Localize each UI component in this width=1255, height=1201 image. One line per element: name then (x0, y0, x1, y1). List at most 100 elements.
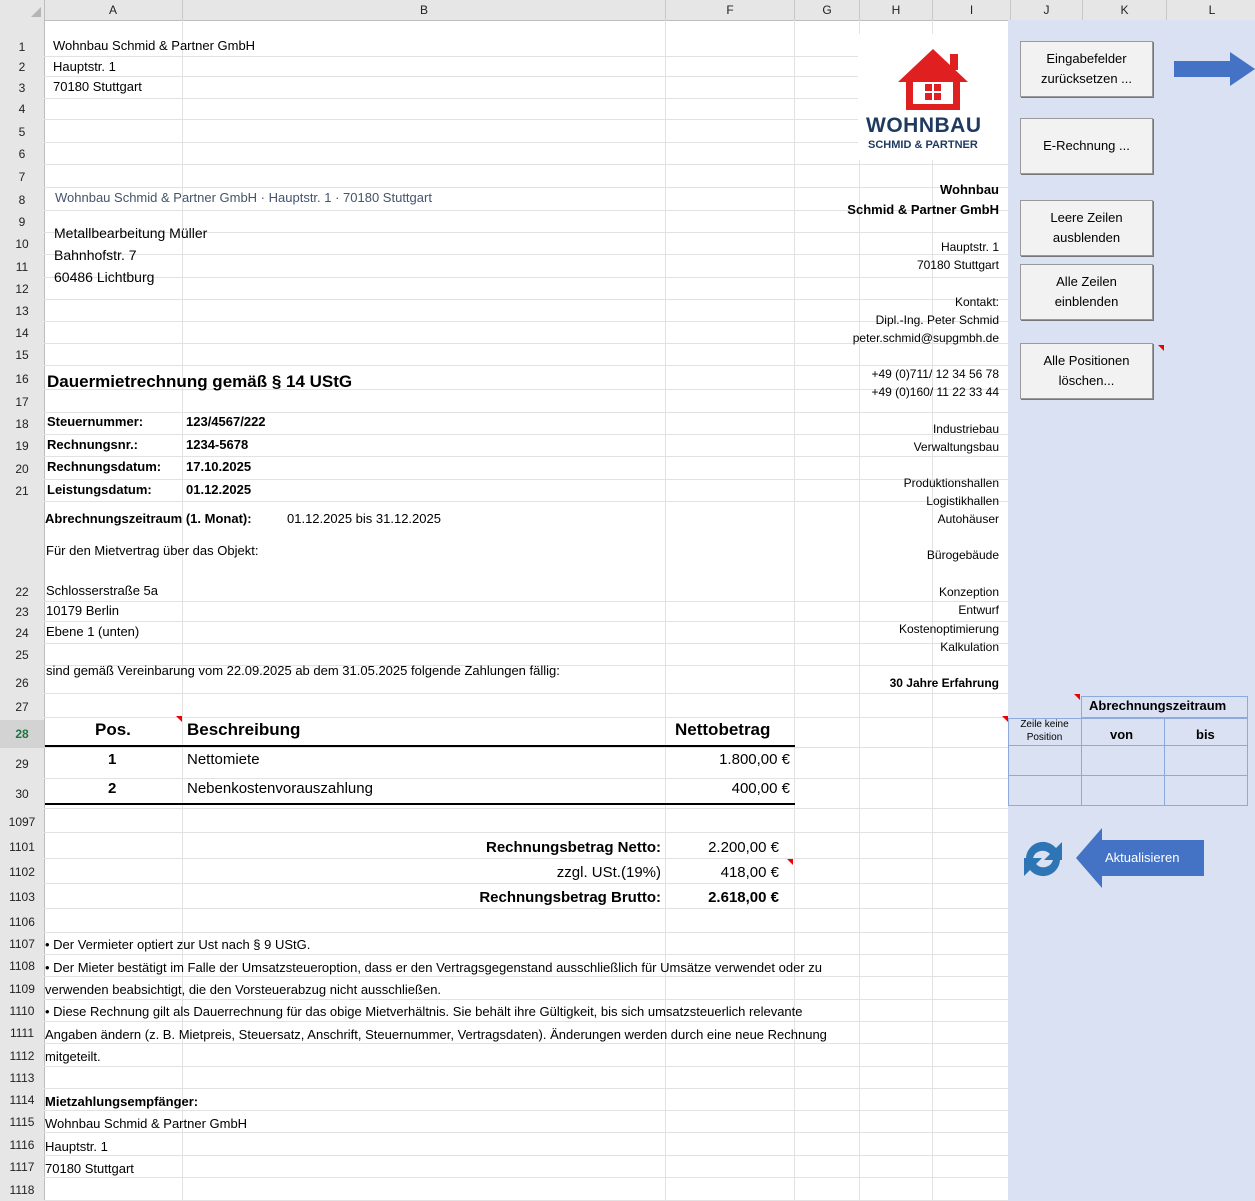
row-header-10[interactable]: 10 (0, 233, 44, 255)
row-header-3[interactable]: 3 (0, 78, 44, 99)
row-header-19[interactable]: 19 (0, 435, 44, 457)
row-header-29[interactable]: 29 (0, 749, 44, 779)
grid-hline (44, 1066, 1008, 1067)
row-header-2[interactable]: 2 (0, 57, 44, 77)
sender-city: 70180 Stuttgart (53, 79, 142, 94)
no-position-header: Zeile keine Position (1020, 719, 1069, 743)
hide-empty-rows-button[interactable]: Leere Zeilen ausblenden (1020, 200, 1153, 256)
row-header-7[interactable]: 7 (0, 166, 44, 188)
row-header-26[interactable]: 26 (0, 672, 44, 694)
refresh-button[interactable]: Aktualisieren (1076, 828, 1204, 888)
item-pos: 1 (108, 751, 117, 768)
side-service: Verwaltungsbau (913, 440, 999, 454)
arrow-right-icon (1174, 52, 1255, 86)
row-header-25[interactable]: 25 (0, 645, 44, 666)
row-header-1116[interactable]: 1116 (0, 1134, 44, 1156)
column-header-k[interactable]: K (1083, 0, 1167, 20)
comment-indicator[interactable] (1158, 345, 1164, 351)
reset-fields-button[interactable]: Eingabefelder zurücksetzen ... (1020, 41, 1153, 97)
row-header-6[interactable]: 6 (0, 143, 44, 165)
object-floor[interactable]: Ebene 1 (unten) (46, 624, 139, 639)
row-header-1103[interactable]: 1103 (0, 885, 44, 909)
row-header-1102[interactable]: 1102 (0, 860, 44, 884)
item-amount: 1.800,00 € (719, 751, 790, 768)
object-street[interactable]: Schlosserstraße 5a (46, 583, 158, 598)
column-header-b[interactable]: B (183, 0, 666, 20)
row-header-24[interactable]: 24 (0, 623, 44, 644)
row-header-28[interactable]: 28 (0, 720, 44, 748)
recipient-street: Bahnhofstr. 7 (54, 247, 137, 263)
row-header-4[interactable]: 4 (0, 99, 44, 120)
row-header-1118[interactable]: 1118 (0, 1179, 44, 1201)
comment-indicator[interactable] (176, 716, 182, 722)
comment-indicator[interactable] (1074, 694, 1080, 700)
comment-indicator[interactable] (787, 859, 793, 865)
delete-positions-button[interactable]: Alle Positionen löschen... (1020, 343, 1153, 399)
e-rechnung-button[interactable]: E-Rechnung ... (1020, 118, 1153, 174)
row-header-1107[interactable]: 1107 (0, 933, 44, 955)
column-header-g[interactable]: G (795, 0, 860, 20)
row-header-23[interactable]: 23 (0, 602, 44, 622)
column-header-i[interactable]: I (933, 0, 1011, 20)
period-row[interactable] (1008, 776, 1248, 806)
row-header-1110[interactable]: 1110 (0, 1000, 44, 1022)
row-header-20[interactable]: 20 (0, 458, 44, 480)
side-addr-1: Hauptstr. 1 (940, 240, 999, 254)
side-service: Kalkulation (940, 640, 999, 654)
column-header-h[interactable]: H (860, 0, 933, 20)
grid-hline (44, 621, 1008, 622)
row-header-16[interactable]: 16 (0, 368, 44, 390)
row-header-1097[interactable]: 1097 (0, 811, 44, 833)
row-header-bar: 1 2 3 4 5 6 7 8 9 10 11 12 13 14 15 16 17 18 19 20 21 22 23 24 2… (0, 20, 45, 1201)
row-header-1[interactable]: 1 (0, 37, 44, 57)
row-header-30[interactable]: 30 (0, 779, 44, 809)
side-email: peter.schmid@supgmbh.de (852, 331, 999, 345)
item-pos: 2 (108, 780, 117, 797)
show-all-rows-button[interactable]: Alle Zeilen einblenden (1020, 264, 1153, 320)
grid-hline (44, 434, 1008, 435)
table-header-amount: Nettobetrag (675, 720, 771, 739)
row-header-1106[interactable]: 1106 (0, 911, 44, 933)
row-header-5[interactable]: 5 (0, 121, 44, 143)
column-header-a[interactable]: A (44, 0, 183, 20)
column-header-l[interactable]: L (1167, 0, 1255, 20)
row-header-1115[interactable]: 1115 (0, 1111, 44, 1133)
row-header-1113[interactable]: 1113 (0, 1067, 44, 1089)
row-header-12[interactable]: 12 (0, 278, 44, 300)
select-all-corner[interactable] (0, 0, 45, 20)
grid-hline (44, 976, 1008, 977)
row-header-21[interactable]: 21 (0, 480, 44, 502)
column-header-f[interactable]: F (666, 0, 795, 20)
column-header-j[interactable]: J (1011, 0, 1083, 20)
row-header-9[interactable]: 9 (0, 211, 44, 233)
row-header-22[interactable]: 22 (0, 582, 44, 602)
table-bottom-rule (45, 803, 795, 805)
recipient-name: Metallbearbeitung Müller (54, 225, 208, 241)
row-header-27[interactable]: 27 (0, 696, 44, 718)
row-header-13[interactable]: 13 (0, 300, 44, 322)
rechnungsnr-value[interactable]: 1234-5678 (186, 437, 248, 452)
period-row[interactable] (1008, 746, 1248, 776)
row-header-15[interactable]: 15 (0, 344, 44, 366)
row-header-1114[interactable]: 1114 (0, 1089, 44, 1111)
rechnungsdatum-value[interactable]: 17.10.2025 (186, 459, 251, 474)
grid-hline (44, 164, 1008, 165)
grid-vline (932, 20, 933, 1201)
row-header-1111[interactable]: 1111 (0, 1022, 44, 1044)
row-header-17[interactable]: 17 (0, 391, 44, 413)
object-city[interactable]: 10179 Berlin (46, 603, 119, 618)
row-header-1112[interactable]: 1112 (0, 1045, 44, 1067)
row-header-1101[interactable]: 1101 (0, 835, 44, 859)
row-header-18[interactable]: 18 (0, 413, 44, 435)
row-header-1117[interactable]: 1117 (0, 1156, 44, 1178)
comment-indicator[interactable] (1002, 716, 1008, 722)
leistungsdatum-value[interactable]: 01.12.2025 (186, 482, 251, 497)
row-header-8[interactable]: 8 (0, 189, 44, 211)
row-header-1109[interactable]: 1109 (0, 978, 44, 1000)
row-header-14[interactable]: 14 (0, 322, 44, 344)
refresh-icon[interactable] (1018, 836, 1068, 882)
rechnungsnr-label: Rechnungsnr.: (47, 437, 139, 452)
steuernummer-value[interactable]: 123/4567/222 (186, 414, 266, 429)
row-header-11[interactable]: 11 (0, 256, 44, 278)
row-header-1108[interactable]: 1108 (0, 955, 44, 977)
